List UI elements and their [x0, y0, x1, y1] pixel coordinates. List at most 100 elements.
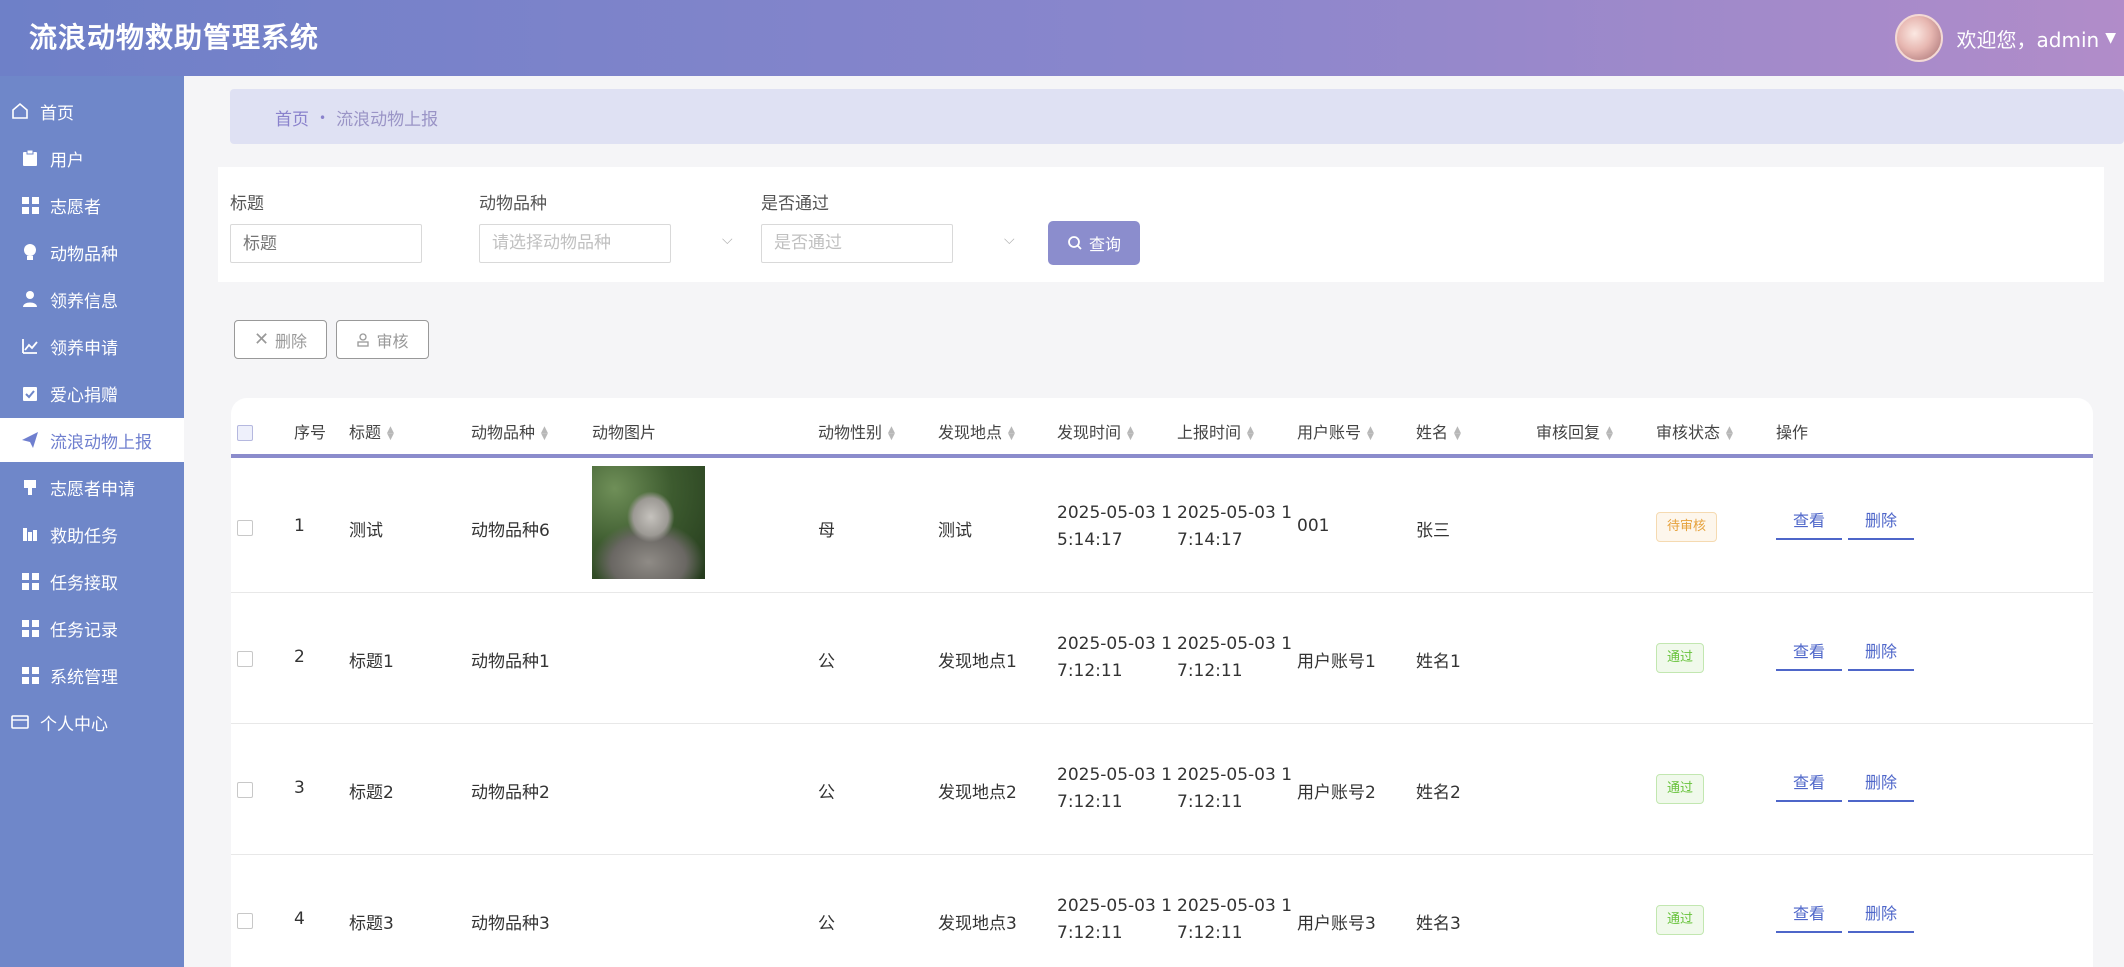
report-table: 序号 标题 ▲ ▼ 动物品种 ▲ ▼ 动物图片 动物性别 ▲ ▼ 发现地点 ▲ ▼ 发现时间 ▲ ▼… [231, 398, 2093, 967]
animal-photo[interactable] [592, 466, 705, 579]
cell-name: 姓名2 [1416, 783, 1461, 803]
grid-icon [20, 571, 40, 591]
title-search-input[interactable] [230, 224, 422, 263]
status-badge: 通过 [1656, 774, 1705, 804]
sidebar-item-label: 动物品种 [50, 244, 118, 265]
report-time-line1: 2025-05-03 1 [1177, 896, 1293, 916]
header-ops: 操作 [1776, 423, 1809, 442]
sort-icon[interactable]: ▲ ▼ [1454, 425, 1461, 441]
sidebar-item-label: 流浪动物上报 [50, 432, 152, 453]
sort-icon[interactable]: ▲ ▼ [1247, 425, 1254, 441]
cell-gender: 公 [818, 783, 835, 803]
user-menu[interactable]: 欢迎您，admin ▼ [1894, 12, 2124, 64]
report-time-line1: 2025-05-03 1 [1177, 503, 1293, 523]
cell-gender: 公 [818, 652, 835, 672]
cell-location: 测试 [938, 521, 972, 541]
sidebar-item-profile[interactable]: 个人中心 [0, 700, 184, 744]
cell-name: 姓名3 [1416, 914, 1461, 934]
sidebar-item-adopt-info[interactable]: 领养信息 [0, 277, 184, 321]
header-report-time[interactable]: 上报时间 ▲ ▼ [1177, 398, 1254, 458]
delete-button[interactable]: 删除 [1848, 770, 1914, 802]
cell-index: 3 [294, 778, 305, 798]
sort-icon[interactable]: ▲ ▼ [1726, 425, 1733, 441]
cell-breed: 动物品种6 [471, 521, 550, 541]
sort-icon[interactable]: ▲ ▼ [1127, 425, 1134, 441]
report-time-line2: 7:12:11 [1177, 661, 1243, 681]
row-checkbox[interactable] [237, 913, 253, 929]
header-reply[interactable]: 审核回复 ▲ ▼ [1536, 398, 1613, 458]
sidebar-item-volunteer[interactable]: 志愿者 [0, 183, 184, 227]
row-checkbox[interactable] [237, 520, 253, 536]
select-all-checkbox[interactable] [237, 425, 253, 441]
sidebar-item-label: 领养信息 [50, 291, 118, 312]
chart-icon [20, 524, 40, 544]
close-icon: ✕ [253, 329, 270, 350]
header-label: 审核回复 [1536, 423, 1601, 442]
status-badge: 待审核 [1656, 512, 1718, 542]
cell-account: 用户账号1 [1297, 652, 1376, 672]
chevron-down-icon[interactable]: ⌵ [722, 232, 733, 248]
sort-icon[interactable]: ▲ ▼ [387, 425, 394, 441]
sidebar-item-home[interactable]: 首页 [0, 89, 184, 133]
delete-button[interactable]: 删除 [1848, 508, 1914, 540]
cell-gender: 母 [818, 521, 835, 541]
cell-account: 用户账号3 [1297, 914, 1376, 934]
batch-delete-button[interactable]: ✕ 删除 [234, 320, 327, 359]
found-time-line2: 7:12:11 [1057, 661, 1123, 681]
delete-button[interactable]: 删除 [1848, 901, 1914, 933]
cup-icon [20, 477, 40, 497]
sidebar-item-user[interactable]: 用户 [0, 136, 184, 180]
sidebar-item-stray-report[interactable]: 流浪动物上报 [0, 418, 184, 462]
header-index: 序号 [294, 423, 327, 442]
batch-review-label: 审核 [376, 331, 409, 351]
sidebar-item-donation[interactable]: 爱心捐赠 [0, 371, 184, 415]
pass-select[interactable]: 是否通过 [761, 224, 953, 263]
chevron-down-icon[interactable]: ⌵ [1004, 232, 1015, 248]
view-button[interactable]: 查看 [1776, 901, 1842, 933]
header-found-time[interactable]: 发现时间 ▲ ▼ [1057, 398, 1134, 458]
found-time-line1: 2025-05-03 1 [1057, 503, 1173, 523]
batch-review-button[interactable]: 审核 [336, 320, 429, 359]
chevron-down-icon[interactable]: ▼ [2105, 30, 2116, 46]
cell-title: 标题3 [349, 914, 394, 934]
sidebar-item-rescue-task[interactable]: 救助任务 [0, 512, 184, 556]
cell-report-time: 2025-05-03 1 7:12:11 [1177, 762, 1292, 816]
sidebar-item-system[interactable]: 系统管理 [0, 653, 184, 697]
view-button[interactable]: 查看 [1776, 508, 1842, 540]
sidebar-item-task-record[interactable]: 任务记录 [0, 606, 184, 650]
row-checkbox[interactable] [237, 651, 253, 667]
sort-icon[interactable]: ▲ ▼ [1606, 425, 1613, 441]
sidebar-item-adopt-apply[interactable]: 领养申请 [0, 324, 184, 368]
header-location[interactable]: 发现地点 ▲ ▼ [938, 398, 1015, 458]
cell-index: 1 [294, 516, 305, 536]
header-status[interactable]: 审核状态 ▲ ▼ [1656, 398, 1733, 458]
header-gender[interactable]: 动物性别 ▲ ▼ [818, 398, 895, 458]
sort-icon[interactable]: ▲ ▼ [1008, 425, 1015, 441]
top-header: 流浪动物救助管理系统 欢迎您，admin ▼ [0, 0, 2124, 76]
cell-index: 4 [294, 909, 305, 929]
sidebar-item-label: 志愿者 [50, 197, 101, 218]
sidebar-item-task-accept[interactable]: 任务接取 [0, 559, 184, 603]
row-checkbox[interactable] [237, 782, 253, 798]
cell-report-time: 2025-05-03 1 7:12:11 [1177, 893, 1292, 947]
sidebar-item-breed[interactable]: 动物品种 [0, 230, 184, 274]
header-account[interactable]: 用户账号 ▲ ▼ [1297, 398, 1374, 458]
cell-location: 发现地点2 [938, 783, 1017, 803]
found-time-line1: 2025-05-03 1 [1057, 765, 1173, 785]
breed-select[interactable]: 请选择动物品种 [479, 224, 671, 263]
view-button[interactable]: 查看 [1776, 639, 1842, 671]
query-button[interactable]: 查询 [1048, 221, 1140, 265]
sort-icon[interactable]: ▲ ▼ [541, 425, 548, 441]
breadcrumb-home[interactable]: 首页 [275, 105, 309, 130]
sort-icon[interactable]: ▲ ▼ [888, 425, 895, 441]
sort-icon[interactable]: ▲ ▼ [1367, 425, 1374, 441]
view-button[interactable]: 查看 [1776, 770, 1842, 802]
sidebar-item-label: 志愿者申请 [50, 479, 135, 500]
title-filter-label: 标题 [230, 194, 264, 214]
header-breed[interactable]: 动物品种 ▲ ▼ [471, 398, 548, 458]
header-name[interactable]: 姓名 ▲ ▼ [1416, 398, 1461, 458]
delete-button[interactable]: 删除 [1848, 639, 1914, 671]
avatar[interactable] [1894, 14, 1943, 62]
sidebar-item-volunteer-apply[interactable]: 志愿者申请 [0, 465, 184, 509]
header-title[interactable]: 标题 ▲ ▼ [349, 398, 394, 458]
